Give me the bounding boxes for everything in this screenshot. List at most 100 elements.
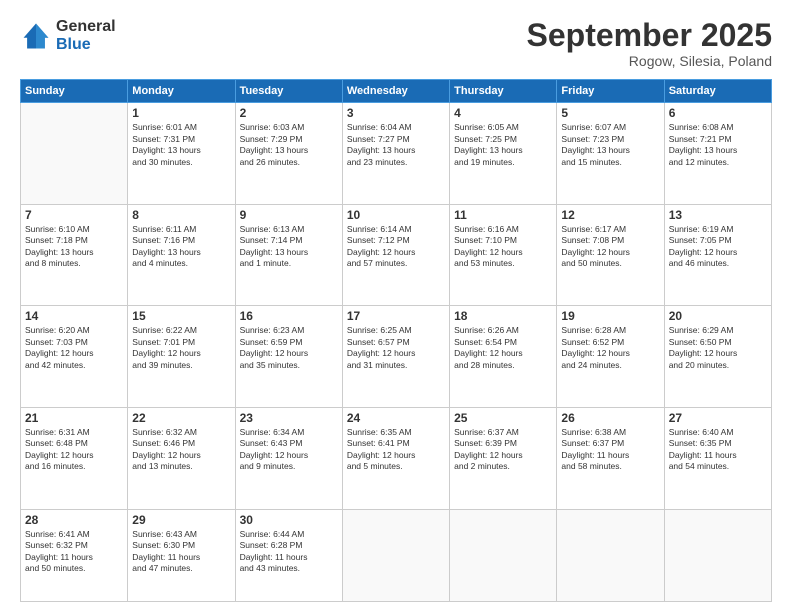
day-number: 3 xyxy=(347,106,445,120)
day-number: 19 xyxy=(561,309,659,323)
header: General Blue September 2025 Rogow, Siles… xyxy=(20,18,772,69)
calendar-week-row: 1Sunrise: 6:01 AM Sunset: 7:31 PM Daylig… xyxy=(21,103,772,205)
day-number: 2 xyxy=(240,106,338,120)
table-row: 28 Sunrise: 6:41 AM Sunset: 6:32 PM Dayli… xyxy=(21,509,128,601)
day-info: Sunrise: 6:11 AM Sunset: 7:16 PM Dayligh… xyxy=(132,224,230,270)
day-number: 9 xyxy=(240,208,338,222)
day-number: 20 xyxy=(669,309,767,323)
day-number: 18 xyxy=(454,309,552,323)
logo: General Blue xyxy=(20,18,116,53)
day-info: Sunrise: 6:13 AM Sunset: 7:14 PM Dayligh… xyxy=(240,224,338,270)
day-number: 16 xyxy=(240,309,338,323)
day-number: 29 xyxy=(132,513,230,527)
day-number: 28 xyxy=(25,513,123,527)
day-info: Sunrise: 6:08 AM Sunset: 7:21 PM Dayligh… xyxy=(669,122,767,168)
day-info: Sunrise: 6:10 AM Sunset: 7:18 PM Dayligh… xyxy=(25,224,123,270)
day-info: Sunrise: 6:04 AM Sunset: 7:27 PM Dayligh… xyxy=(347,122,445,168)
table-row: 16Sunrise: 6:23 AM Sunset: 6:59 PM Dayli… xyxy=(235,306,342,408)
table-row: 4Sunrise: 6:05 AM Sunset: 7:25 PM Daylig… xyxy=(450,103,557,205)
day-number: 7 xyxy=(25,208,123,222)
day-info: Sunrise: 6:29 AM Sunset: 6:50 PM Dayligh… xyxy=(669,325,767,371)
calendar-week-row: 7 Sunrise: 6:10 AM Sunset: 7:18 PM Daylig… xyxy=(21,204,772,306)
day-info: Sunrise: 6:03 AM Sunset: 7:29 PM Dayligh… xyxy=(240,122,338,168)
col-monday: Monday xyxy=(128,80,235,103)
day-number: 10 xyxy=(347,208,445,222)
day-info: Sunrise: 6:37 AM Sunset: 6:39 PM Dayligh… xyxy=(454,427,552,473)
table-row: 17Sunrise: 6:25 AM Sunset: 6:57 PM Dayli… xyxy=(342,306,449,408)
table-row: 7 Sunrise: 6:10 AM Sunset: 7:18 PM Daylig… xyxy=(21,204,128,306)
day-number: 24 xyxy=(347,411,445,425)
table-row: 20 Sunrise: 6:29 AM Sunset: 6:50 PM Dayli… xyxy=(664,306,771,408)
day-info: Sunrise: 6:17 AM Sunset: 7:08 PM Dayligh… xyxy=(561,224,659,270)
day-number: 1 xyxy=(132,106,230,120)
day-info: Sunrise: 6:05 AM Sunset: 7:25 PM Dayligh… xyxy=(454,122,552,168)
col-friday: Friday xyxy=(557,80,664,103)
table-row: 27 Sunrise: 6:40 AM Sunset: 6:35 PM Dayli… xyxy=(664,408,771,510)
table-row: 6 Sunrise: 6:08 AM Sunset: 7:21 PM Daylig… xyxy=(664,103,771,205)
table-row: 29 Sunrise: 6:43 AM Sunset: 6:30 PM Dayli… xyxy=(128,509,235,601)
location: Rogow, Silesia, Poland xyxy=(527,53,772,69)
col-sunday: Sunday xyxy=(21,80,128,103)
table-row: 18 Sunrise: 6:26 AM Sunset: 6:54 PM Dayli… xyxy=(450,306,557,408)
day-info: Sunrise: 6:41 AM Sunset: 6:32 PM Dayligh… xyxy=(25,529,123,575)
day-number: 14 xyxy=(25,309,123,323)
day-info: Sunrise: 6:19 AM Sunset: 7:05 PM Dayligh… xyxy=(669,224,767,270)
table-row: 5 Sunrise: 6:07 AM Sunset: 7:23 PM Daylig… xyxy=(557,103,664,205)
calendar-week-row: 28 Sunrise: 6:41 AM Sunset: 6:32 PM Dayli… xyxy=(21,509,772,601)
table-row: 12Sunrise: 6:17 AM Sunset: 7:08 PM Dayli… xyxy=(557,204,664,306)
day-number: 23 xyxy=(240,411,338,425)
day-number: 15 xyxy=(132,309,230,323)
day-info: Sunrise: 6:07 AM Sunset: 7:23 PM Dayligh… xyxy=(561,122,659,168)
day-number: 27 xyxy=(669,411,767,425)
table-row: 9 Sunrise: 6:13 AM Sunset: 7:14 PM Daylig… xyxy=(235,204,342,306)
table-row: 24 Sunrise: 6:35 AM Sunset: 6:41 PM Dayli… xyxy=(342,408,449,510)
calendar-week-row: 14Sunrise: 6:20 AM Sunset: 7:03 PM Dayli… xyxy=(21,306,772,408)
day-number: 11 xyxy=(454,208,552,222)
day-number: 30 xyxy=(240,513,338,527)
table-row: 30 Sunrise: 6:44 AM Sunset: 6:28 PM Dayli… xyxy=(235,509,342,601)
calendar-table: Sunday Monday Tuesday Wednesday Thursday… xyxy=(20,79,772,602)
day-number: 25 xyxy=(454,411,552,425)
table-row: 10 Sunrise: 6:14 AM Sunset: 7:12 PM Dayli… xyxy=(342,204,449,306)
day-info: Sunrise: 6:34 AM Sunset: 6:43 PM Dayligh… xyxy=(240,427,338,473)
table-row: 26Sunrise: 6:38 AM Sunset: 6:37 PM Dayli… xyxy=(557,408,664,510)
day-number: 8 xyxy=(132,208,230,222)
col-thursday: Thursday xyxy=(450,80,557,103)
calendar-week-row: 21Sunrise: 6:31 AM Sunset: 6:48 PM Dayli… xyxy=(21,408,772,510)
day-info: Sunrise: 6:14 AM Sunset: 7:12 PM Dayligh… xyxy=(347,224,445,270)
table-row xyxy=(557,509,664,601)
page: General Blue September 2025 Rogow, Siles… xyxy=(0,0,792,612)
day-info: Sunrise: 6:32 AM Sunset: 6:46 PM Dayligh… xyxy=(132,427,230,473)
day-info: Sunrise: 6:16 AM Sunset: 7:10 PM Dayligh… xyxy=(454,224,552,270)
table-row: 25 Sunrise: 6:37 AM Sunset: 6:39 PM Dayli… xyxy=(450,408,557,510)
day-info: Sunrise: 6:22 AM Sunset: 7:01 PM Dayligh… xyxy=(132,325,230,371)
calendar-header-row: Sunday Monday Tuesday Wednesday Thursday… xyxy=(21,80,772,103)
day-info: Sunrise: 6:43 AM Sunset: 6:30 PM Dayligh… xyxy=(132,529,230,575)
day-number: 21 xyxy=(25,411,123,425)
table-row: 3 Sunrise: 6:04 AM Sunset: 7:27 PM Daylig… xyxy=(342,103,449,205)
day-info: Sunrise: 6:40 AM Sunset: 6:35 PM Dayligh… xyxy=(669,427,767,473)
logo-general-text: General xyxy=(56,18,116,36)
title-block: September 2025 Rogow, Silesia, Poland xyxy=(527,18,772,69)
month-title: September 2025 xyxy=(527,18,772,53)
table-row xyxy=(664,509,771,601)
table-row xyxy=(450,509,557,601)
logo-text: General Blue xyxy=(56,18,116,53)
col-tuesday: Tuesday xyxy=(235,80,342,103)
table-row: 23 Sunrise: 6:34 AM Sunset: 6:43 PM Dayli… xyxy=(235,408,342,510)
day-number: 6 xyxy=(669,106,767,120)
table-row: 19 Sunrise: 6:28 AM Sunset: 6:52 PM Dayli… xyxy=(557,306,664,408)
col-saturday: Saturday xyxy=(664,80,771,103)
col-wednesday: Wednesday xyxy=(342,80,449,103)
table-row: 21Sunrise: 6:31 AM Sunset: 6:48 PM Dayli… xyxy=(21,408,128,510)
day-info: Sunrise: 6:44 AM Sunset: 6:28 PM Dayligh… xyxy=(240,529,338,575)
table-row: 1Sunrise: 6:01 AM Sunset: 7:31 PM Daylig… xyxy=(128,103,235,205)
day-info: Sunrise: 6:28 AM Sunset: 6:52 PM Dayligh… xyxy=(561,325,659,371)
day-info: Sunrise: 6:35 AM Sunset: 6:41 PM Dayligh… xyxy=(347,427,445,473)
table-row: 22Sunrise: 6:32 AM Sunset: 6:46 PM Dayli… xyxy=(128,408,235,510)
day-info: Sunrise: 6:26 AM Sunset: 6:54 PM Dayligh… xyxy=(454,325,552,371)
table-row: 8 Sunrise: 6:11 AM Sunset: 7:16 PM Daylig… xyxy=(128,204,235,306)
table-row: 11 Sunrise: 6:16 AM Sunset: 7:10 PM Dayli… xyxy=(450,204,557,306)
day-number: 5 xyxy=(561,106,659,120)
day-info: Sunrise: 6:25 AM Sunset: 6:57 PM Dayligh… xyxy=(347,325,445,371)
